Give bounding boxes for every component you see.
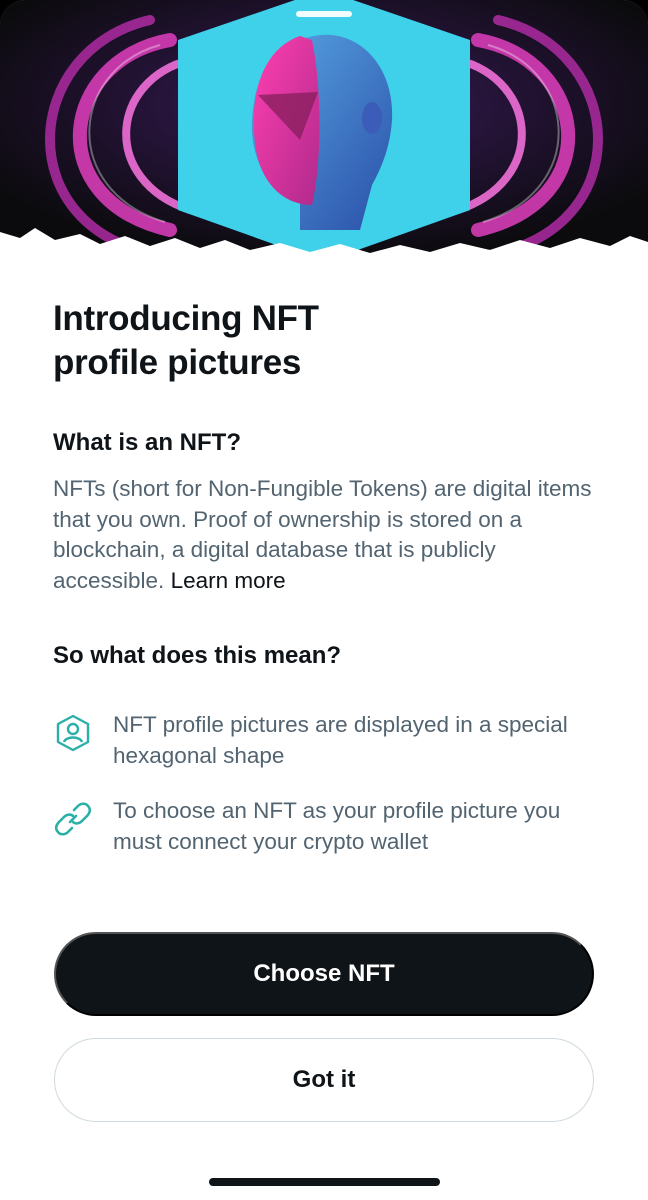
link-icon: [53, 799, 93, 839]
what-is-nft-heading: What is an NFT?: [53, 429, 241, 456]
home-indicator[interactable]: [209, 1178, 440, 1186]
choose-nft-button[interactable]: Choose NFT: [54, 932, 594, 1016]
nft-hero-illustration: [0, 0, 648, 262]
title-line-1: Introducing NFT: [53, 299, 319, 338]
what-is-nft-description: NFTs (short for Non-Fungible Tokens) are…: [53, 474, 613, 596]
hexagon-profile-icon: [53, 713, 93, 753]
learn-more-link[interactable]: Learn more: [171, 568, 286, 593]
hexagon-item-text: NFT profile pictures are displayed in a …: [113, 712, 568, 768]
hero-artwork: [0, 0, 648, 262]
nft-intro-sheet: Introducing NFT profile pictures What is…: [0, 0, 648, 1200]
title-line-2: profile pictures: [53, 343, 302, 382]
sheet-grabber-handle[interactable]: [296, 11, 352, 17]
what-does-this-mean-heading: So what does this mean?: [53, 642, 342, 669]
wallet-item-text: To choose an NFT as your profile picture…: [113, 798, 561, 854]
list-item-wallet: To choose an NFT as your profile picture…: [53, 796, 613, 866]
nft-description-text: NFTs (short for Non-Fungible Tokens) are…: [53, 476, 592, 593]
page-title: Introducing NFT profile pictures: [53, 297, 593, 385]
got-it-button[interactable]: Got it: [54, 1038, 594, 1122]
list-item-hexagon: NFT profile pictures are displayed in a …: [53, 710, 613, 780]
